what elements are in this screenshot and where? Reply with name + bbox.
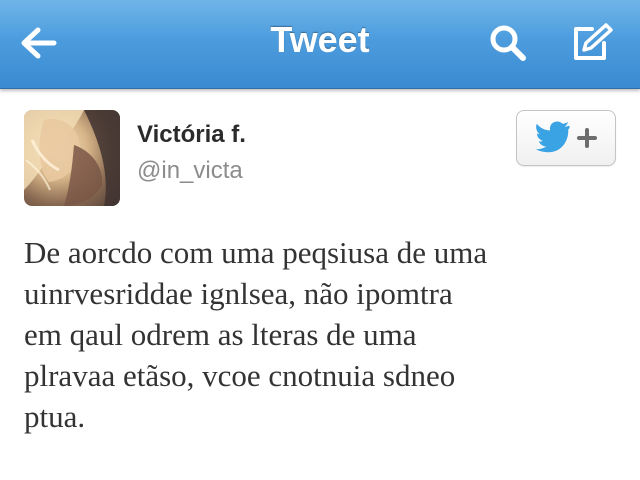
compose-icon [574, 23, 613, 60]
navigation-bar: Tweet [0, 0, 640, 89]
tweet-detail-screen: Tweet Victória f. @in_victa De aorcdo co… [0, 0, 640, 480]
author-name[interactable]: Victória f. [137, 120, 246, 150]
tweet-author: Victória f. @in_victa [24, 110, 624, 208]
search-icon [490, 25, 526, 61]
compose-button[interactable] [568, 20, 616, 66]
profile-photo [24, 110, 120, 206]
avatar[interactable] [24, 110, 120, 206]
author-handle[interactable]: @in_victa [137, 156, 243, 186]
follow-bird-plus-icon [535, 121, 597, 153]
tweet-text: De aorcdo com uma peqsiusa de uma uinrve… [24, 235, 488, 434]
follow-button[interactable] [516, 110, 616, 166]
page-title: Tweet [270, 19, 370, 60]
search-button[interactable] [484, 20, 532, 66]
